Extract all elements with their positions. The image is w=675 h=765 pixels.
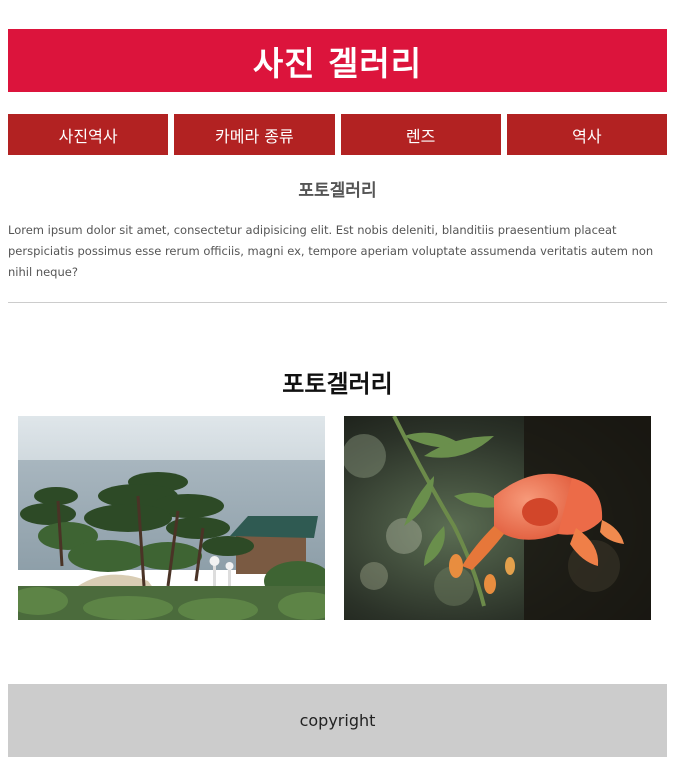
intro-paragraph: Lorem ipsum dolor sit amet, consectetur … [8, 223, 654, 279]
gallery-photo-flower [344, 416, 651, 620]
main-nav: 사진역사 카메라 종류 렌즈 역사 [8, 114, 667, 155]
copyright-text: copyright [299, 711, 376, 730]
gallery-photo-coast [18, 416, 325, 620]
nav-item-photo-history[interactable]: 사진역사 [8, 114, 169, 155]
site-footer: copyright [8, 684, 667, 757]
site-title: 사진 겔러리 [252, 43, 423, 83]
gallery-heading: 포토겔러리 [282, 370, 393, 398]
site-header: 사진 겔러리 [8, 29, 667, 92]
nav-item-history[interactable]: 역사 [506, 114, 667, 155]
nav-item-lens[interactable]: 렌즈 [340, 114, 501, 155]
nav-item-camera-types[interactable]: 카메라 종류 [174, 114, 335, 155]
section-divider [8, 302, 667, 303]
intro-heading: 포토겔러리 [298, 181, 377, 201]
